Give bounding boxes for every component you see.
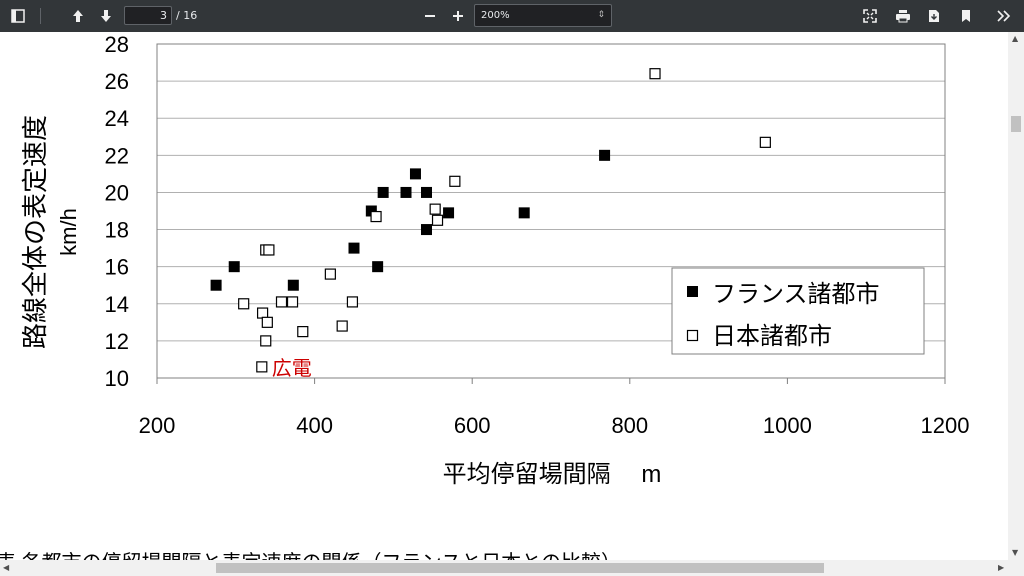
x-tick-label: 600 xyxy=(454,413,491,438)
data-point-japan xyxy=(238,298,250,310)
y-tick-label: 20 xyxy=(105,180,129,205)
data-point-france xyxy=(420,224,432,236)
vertical-scroll-thumb[interactable] xyxy=(1011,116,1021,132)
data-point-japan xyxy=(261,316,273,328)
data-point-japan xyxy=(275,296,288,308)
data-point-france xyxy=(409,168,421,180)
x-axis-label: 平均停留場間隔 m xyxy=(443,461,662,488)
data-point-france xyxy=(377,186,389,198)
data-point-france xyxy=(228,261,240,273)
data-point-japan xyxy=(346,296,359,308)
data-point-japan xyxy=(431,214,444,226)
y-tick-label: 28 xyxy=(105,32,129,57)
y-tick-label: 12 xyxy=(105,329,129,354)
scroll-up-icon[interactable]: ▲ xyxy=(1012,34,1018,43)
chart-legend: フランス諸都市 日本諸都市 xyxy=(671,267,925,355)
zoom-value: 200% xyxy=(481,10,510,21)
y-axis-label: 路線全体の表定速度 xyxy=(20,115,50,349)
scroll-down-icon[interactable]: ▼ xyxy=(1012,548,1018,557)
sidebar-toggle-icon[interactable] xyxy=(6,4,30,28)
print-icon[interactable] xyxy=(891,4,915,28)
document-viewport: 10 12 14 16 18 20 22 24 26 28 200 400 600 800 1000 1200… xyxy=(0,32,1008,560)
data-point-france xyxy=(443,207,455,219)
more-tools-icon[interactable] xyxy=(992,4,1016,28)
scroll-right-icon[interactable]: ▶ xyxy=(998,563,1004,572)
legend-label-france: フランス諸都市 xyxy=(712,281,880,308)
data-point-france xyxy=(420,186,432,198)
data-point-france xyxy=(210,279,222,291)
data-point-japan xyxy=(649,68,661,80)
data-point-japan xyxy=(256,307,269,319)
scatter-chart: 10 12 14 16 18 20 22 24 26 28 200 400 600 800 1000 1200… xyxy=(0,32,970,560)
annotation-hiroden: 広電 xyxy=(272,357,312,380)
x-tick-label: 1000 xyxy=(763,413,812,438)
data-point-japan xyxy=(370,210,382,223)
x-tick-label: 200 xyxy=(139,413,176,438)
x-tick-label: 1200 xyxy=(921,413,970,438)
data-point-japan xyxy=(256,361,268,373)
zoom-select[interactable]: 200% ⇕ xyxy=(474,4,612,27)
y-tick-label: 26 xyxy=(105,69,129,94)
data-point-france xyxy=(400,186,412,198)
arrow-down-icon[interactable] xyxy=(94,4,118,28)
data-point-japan xyxy=(336,320,348,332)
toolbar-separator xyxy=(40,8,41,24)
fit-page-icon[interactable] xyxy=(858,4,882,28)
data-point-france xyxy=(599,149,611,161)
plus-icon[interactable] xyxy=(446,4,470,28)
legend-marker-open xyxy=(686,329,699,342)
legend-label-japan: 日本諸都市 xyxy=(712,323,832,350)
figure-caption: 表 各都市の停留場間隔と表定速度の関係（フランスと日本との比較） xyxy=(0,551,621,560)
bookmark-icon[interactable] xyxy=(954,4,978,28)
data-point-japan xyxy=(263,244,275,256)
data-point-japan xyxy=(759,136,771,148)
y-tick-label: 22 xyxy=(105,143,129,168)
y-tick-label: 24 xyxy=(105,106,129,131)
data-point-france xyxy=(372,261,384,273)
pdf-toolbar: 3 / 16 200% ⇕ xyxy=(0,0,1024,32)
page-total-label: / 16 xyxy=(176,9,198,22)
arrow-up-icon[interactable] xyxy=(66,4,90,28)
data-point-japan xyxy=(449,175,461,187)
y-tick-label: 14 xyxy=(105,292,129,317)
x-tick-label: 800 xyxy=(611,413,648,438)
data-point-japan xyxy=(297,326,309,338)
x-tick-label: 400 xyxy=(296,413,333,438)
y-tick-label: 10 xyxy=(105,366,129,391)
data-point-japan xyxy=(260,335,272,347)
data-point-japan xyxy=(286,296,299,308)
data-point-france xyxy=(518,207,530,219)
y-tick-label: 16 xyxy=(105,255,129,280)
horizontal-scroll-thumb[interactable] xyxy=(216,563,824,573)
data-point-japan xyxy=(324,268,336,280)
scroll-left-icon[interactable]: ◀ xyxy=(3,563,9,572)
y-tick-label: 18 xyxy=(105,218,129,243)
data-point-france xyxy=(287,279,299,291)
page-number-input[interactable]: 3 xyxy=(124,6,172,25)
horizontal-scrollbar[interactable]: ◀ ▶ xyxy=(0,560,1024,576)
legend-marker-filled xyxy=(687,286,698,297)
data-point-france xyxy=(348,242,360,254)
vertical-scrollbar[interactable]: ▲ ▼ xyxy=(1008,32,1024,560)
save-icon[interactable] xyxy=(922,4,946,28)
data-point-japan xyxy=(429,203,441,215)
chevron-updown-icon: ⇕ xyxy=(597,10,605,20)
y-axis-unit: km/h xyxy=(56,208,81,256)
chart-ticks: 10 12 14 16 18 20 22 24 26 28 200 400 600 800 1000 1200 xyxy=(105,32,970,438)
minus-icon[interactable] xyxy=(418,4,442,28)
